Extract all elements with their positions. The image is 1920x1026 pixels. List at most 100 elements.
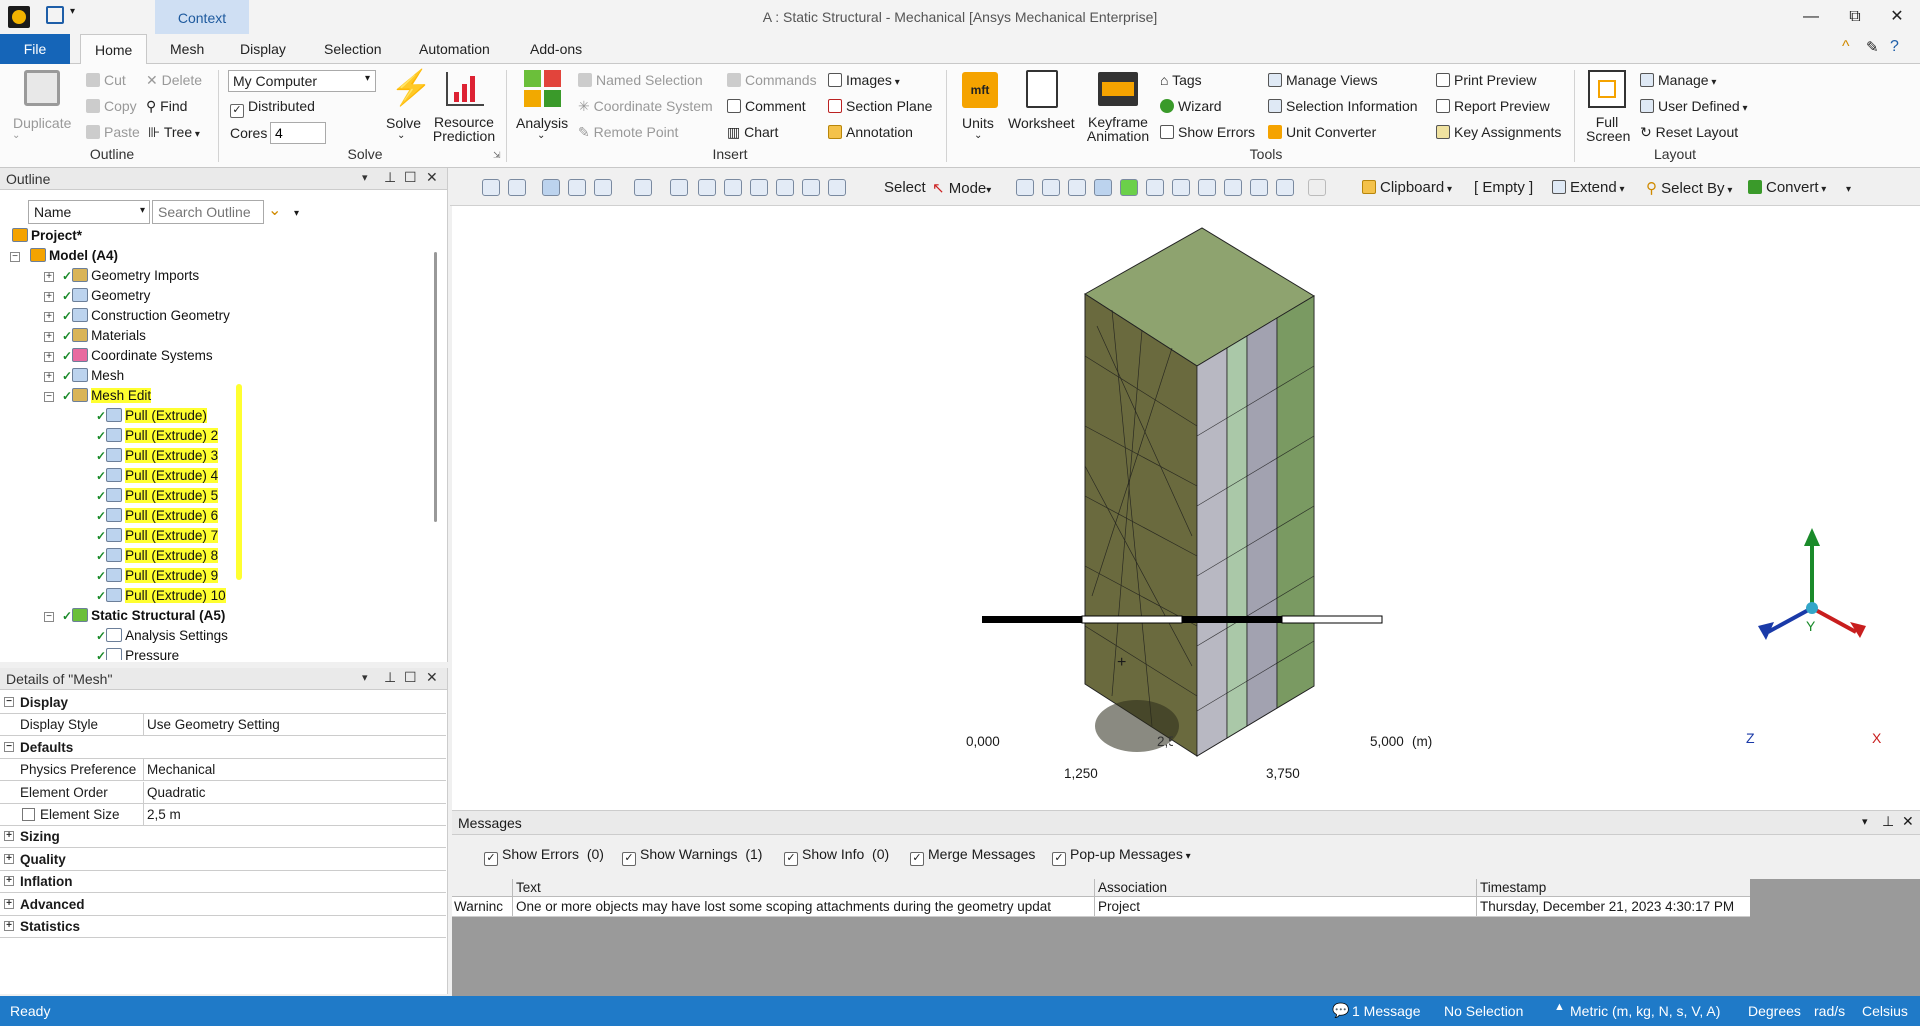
tree-item[interactable]: ✓ Pressure: [96, 648, 179, 660]
extend-button[interactable]: Extend: [1570, 179, 1617, 196]
comment-button[interactable]: Comment: [745, 98, 806, 114]
paste-button[interactable]: Paste: [104, 124, 140, 140]
report-preview-button[interactable]: Report Preview: [1454, 98, 1550, 114]
details-section[interactable]: − Defaults: [0, 737, 446, 759]
popup-dropdown-icon[interactable]: ▾: [1183, 851, 1191, 862]
select-body-icon[interactable]: [1094, 179, 1112, 196]
messages-pin-icon[interactable]: ⊥: [1882, 813, 1894, 830]
property-value[interactable]: Use Geometry Setting: [147, 717, 280, 732]
tags-button[interactable]: Tags: [1172, 72, 1202, 88]
named-selection-button[interactable]: Named Selection: [596, 72, 703, 88]
collapse-ribbon-icon[interactable]: ^: [1842, 38, 1850, 56]
distributed-checkbox[interactable]: ✓: [230, 104, 244, 118]
section-plane-button[interactable]: Section Plane: [846, 98, 932, 114]
units-button[interactable]: Units: [962, 115, 994, 131]
outline-search-input[interactable]: [152, 200, 264, 224]
select-node-icon[interactable]: [1120, 179, 1138, 196]
tab-file[interactable]: File: [0, 34, 70, 64]
outline-scrollbar[interactable]: [434, 252, 437, 522]
chart-view-icon[interactable]: [1308, 179, 1326, 196]
wizard-button[interactable]: Wizard: [1178, 98, 1222, 114]
copy-button[interactable]: Copy: [104, 98, 137, 114]
show-errors-button[interactable]: Show Errors: [1178, 124, 1255, 140]
select-by-button[interactable]: Select By: [1661, 180, 1724, 197]
manage-views-button[interactable]: Manage Views: [1286, 72, 1378, 88]
tab-mesh[interactable]: Mesh: [156, 34, 218, 64]
tree-item[interactable]: ✓ Pull (Extrude) 8: [96, 548, 219, 568]
annotation-button[interactable]: Annotation: [846, 124, 913, 140]
property-value[interactable]: Quadratic: [147, 785, 206, 800]
tree-item[interactable]: ✓ Pull (Extrude) 4: [96, 468, 219, 488]
remote-point-button[interactable]: Remote Point: [594, 124, 679, 140]
details-section[interactable]: + Sizing: [0, 826, 446, 849]
mode-button[interactable]: Mode: [949, 180, 987, 197]
select-element-icon[interactable]: [1172, 179, 1190, 196]
tree-item[interactable]: ✓ Pull (Extrude) 3: [96, 448, 219, 468]
col-association[interactable]: Association: [1098, 880, 1167, 895]
details-section[interactable]: + Quality: [0, 849, 446, 871]
tab-automation[interactable]: Automation: [405, 34, 504, 64]
tree-button[interactable]: Tree: [164, 124, 192, 140]
solve-button[interactable]: Solve: [386, 115, 421, 131]
details-maximize-icon[interactable]: ☐: [404, 669, 417, 686]
messages-close-icon[interactable]: ✕: [1902, 813, 1914, 830]
minimize-button[interactable]: —: [1796, 5, 1826, 29]
col-timestamp[interactable]: Timestamp: [1480, 880, 1546, 895]
status-units[interactable]: Metric (m, kg, N, s, V, A): [1570, 1003, 1720, 1019]
keyframe-animation-button[interactable]: Keyframe Animation: [1082, 115, 1154, 143]
manage-dropdown-icon[interactable]: ▾: [1709, 77, 1716, 88]
tab-display[interactable]: Display: [226, 34, 300, 64]
zoom-box-icon[interactable]: [776, 179, 794, 196]
full-screen-button[interactable]: Full Screen: [1586, 115, 1630, 143]
expand-icon[interactable]: +: [4, 898, 14, 909]
user-defined-button[interactable]: User Defined: [1658, 98, 1740, 114]
edit-icon[interactable]: ✎: [1866, 38, 1879, 56]
tree-item[interactable]: + ✓ Materials: [44, 328, 146, 348]
zoom-out-icon[interactable]: [508, 179, 526, 196]
select-mesh-icon[interactable]: [1198, 179, 1216, 196]
expand-icon[interactable]: +: [4, 876, 14, 887]
delete-button[interactable]: Delete: [162, 72, 202, 88]
tab-home[interactable]: Home: [80, 34, 148, 65]
collapse-icon[interactable]: −: [44, 612, 54, 622]
details-row[interactable]: Physics Preference Mechanical: [0, 759, 446, 782]
details-section[interactable]: + Advanced: [0, 894, 446, 916]
reset-layout-button[interactable]: Reset Layout: [1656, 124, 1739, 140]
tree-item[interactable]: − ✓ Static Structural (A5): [44, 608, 225, 628]
tree-item[interactable]: ✓ Pull (Extrude) 2: [96, 428, 219, 448]
graphics-viewport[interactable]: + 0,000 2,500 5,000 (m) 1,250 3,750 Y X …: [452, 206, 1920, 810]
tree-item[interactable]: − ✓ Mesh Edit: [44, 388, 152, 408]
mesh-model-view[interactable]: [452, 206, 1920, 810]
commands-button[interactable]: Commands: [745, 72, 817, 88]
tree-item[interactable]: ✓ Pull (Extrude): [96, 408, 207, 428]
select-element-face-icon[interactable]: [1146, 179, 1164, 196]
tree-item[interactable]: ✓ Pull (Extrude) 6: [96, 508, 219, 528]
expand-icon[interactable]: +: [4, 831, 14, 842]
user-defined-dropdown-icon[interactable]: ▾: [1740, 103, 1747, 114]
close-button[interactable]: ✕: [1882, 5, 1912, 29]
solve-settings-launcher-icon[interactable]: ⇲: [493, 150, 501, 161]
zoom-in-icon[interactable]: [482, 179, 500, 196]
computer-select[interactable]: My Computer ▾: [228, 70, 376, 92]
toolbar-overflow-icon[interactable]: ▾: [1846, 184, 1851, 195]
tab-add-ons[interactable]: Add-ons: [516, 34, 596, 64]
analysis-button[interactable]: Analysis: [516, 115, 568, 131]
display-mode-icon[interactable]: [594, 179, 612, 196]
zoom-icon[interactable]: [724, 179, 742, 196]
panel-menu-icon[interactable]: ▾: [362, 171, 368, 184]
tree-item[interactable]: ✓ Analysis Settings: [96, 628, 228, 648]
selection-information-button[interactable]: Selection Information: [1286, 98, 1418, 114]
details-close-icon[interactable]: ✕: [426, 669, 438, 686]
clipboard-dropdown-icon[interactable]: ▾: [1444, 184, 1452, 195]
close-panel-icon[interactable]: ✕: [426, 169, 438, 186]
box-zoom-icon[interactable]: [634, 179, 652, 196]
key-assignments-button[interactable]: Key Assignments: [1454, 124, 1561, 140]
tree-item[interactable]: − Model (A4): [10, 248, 118, 268]
col-text[interactable]: Text: [516, 880, 541, 895]
collapse-icon[interactable]: −: [10, 252, 20, 262]
zoom-fit-icon[interactable]: [750, 179, 768, 196]
expand-icon[interactable]: +: [4, 921, 14, 931]
select-vertex-icon[interactable]: [1016, 179, 1034, 196]
magnifier-icon[interactable]: [802, 179, 820, 196]
duplicate-dropdown-icon[interactable]: ⌄: [12, 130, 20, 141]
